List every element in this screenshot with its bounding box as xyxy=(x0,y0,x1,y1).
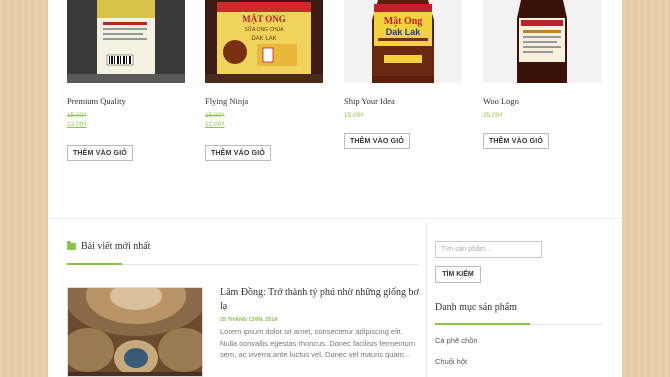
product-grid: Premium Quality 15.00₫ 12.00₫ THÊM VÀO G… xyxy=(48,0,622,218)
product-card: Premium Quality 15.00₫ 12.00₫ xyxy=(67,0,185,128)
post-thumbnail[interactable] xyxy=(67,287,203,377)
product-photo: MẬT ONG SỮA ONG CHÚA DAK LAK xyxy=(205,0,323,83)
categories-underline-accent xyxy=(435,323,530,325)
product-card: Woo Logo 35.00₫ xyxy=(483,0,601,119)
product-price: 12.00₫ xyxy=(67,121,87,128)
label-line-1: Mật Ong xyxy=(384,16,423,27)
label-line-3: DAK LAK xyxy=(251,36,276,42)
category-link[interactable]: Cà phê chồn xyxy=(435,336,478,345)
label-line-2: SỮA ONG CHÚA xyxy=(245,26,285,33)
add-to-cart-button[interactable]: THÊM VÀO GIỎ xyxy=(483,133,549,149)
product-image[interactable] xyxy=(67,0,185,83)
mosque-dome-image xyxy=(68,288,202,376)
add-to-cart-button[interactable]: THÊM VÀO GIỎ xyxy=(67,145,133,161)
post-date: 25 THÁNG CHÍN, 2014 xyxy=(220,317,278,323)
product-card: Mật Ong Dak Lak Ship Your Idea 15.00₫ xyxy=(344,0,462,119)
product-name[interactable]: Premium Quality xyxy=(67,96,185,106)
product-photo xyxy=(67,0,185,83)
categories-title: Danh mục sản phẩm xyxy=(435,302,517,313)
sidebar-separator xyxy=(426,219,427,377)
product-photo xyxy=(483,0,601,83)
product-card: MẬT ONG SỮA ONG CHÚA DAK LAK Flying Ninj… xyxy=(205,0,323,128)
product-name[interactable]: Woo Logo xyxy=(483,96,601,106)
label-line-2: Dak Lak xyxy=(386,27,422,37)
product-price: 12.00₫ xyxy=(205,121,225,128)
product-image[interactable]: MẬT ONG SỮA ONG CHÚA DAK LAK xyxy=(205,0,323,83)
recent-posts-heading: Bài viết mới nhất xyxy=(67,241,150,252)
add-to-cart-button[interactable]: THÊM VÀO GIỎ xyxy=(205,145,271,161)
post-title-link[interactable]: Lâm Đồng: Trở thành tỷ phú nhờ những giố… xyxy=(220,286,420,314)
search-button[interactable]: TÌM KIẾM xyxy=(435,266,481,283)
product-name[interactable]: Flying Ninja xyxy=(205,96,323,106)
product-search-input[interactable]: Tìm sản phẩm... xyxy=(435,241,542,258)
heading-underline-accent xyxy=(67,263,122,265)
post-excerpt: Lorem ipsum dolor sit amet, consectetur … xyxy=(220,327,416,359)
section-divider xyxy=(48,218,622,219)
folder-icon xyxy=(67,241,76,250)
product-photo: Mật Ong Dak Lak xyxy=(344,0,462,83)
add-to-cart-button[interactable]: THÊM VÀO GIỎ xyxy=(344,133,410,149)
product-price: 15.00₫ xyxy=(344,112,364,119)
product-image[interactable]: Mật Ong Dak Lak xyxy=(344,0,462,83)
page-wrapper: Premium Quality 15.00₫ 12.00₫ THÊM VÀO G… xyxy=(48,0,622,377)
product-price: 35.00₫ xyxy=(483,112,503,119)
product-old-price: 15.00₫ xyxy=(205,112,225,119)
recent-posts-title: Bài viết mới nhất xyxy=(81,241,151,252)
category-link[interactable]: Chuối hột xyxy=(435,357,467,366)
product-image[interactable] xyxy=(483,0,601,83)
product-name[interactable]: Ship Your Idea xyxy=(344,96,462,106)
label-line-1: MẬT ONG xyxy=(242,14,286,24)
product-old-price: 15.00₫ xyxy=(67,112,87,119)
